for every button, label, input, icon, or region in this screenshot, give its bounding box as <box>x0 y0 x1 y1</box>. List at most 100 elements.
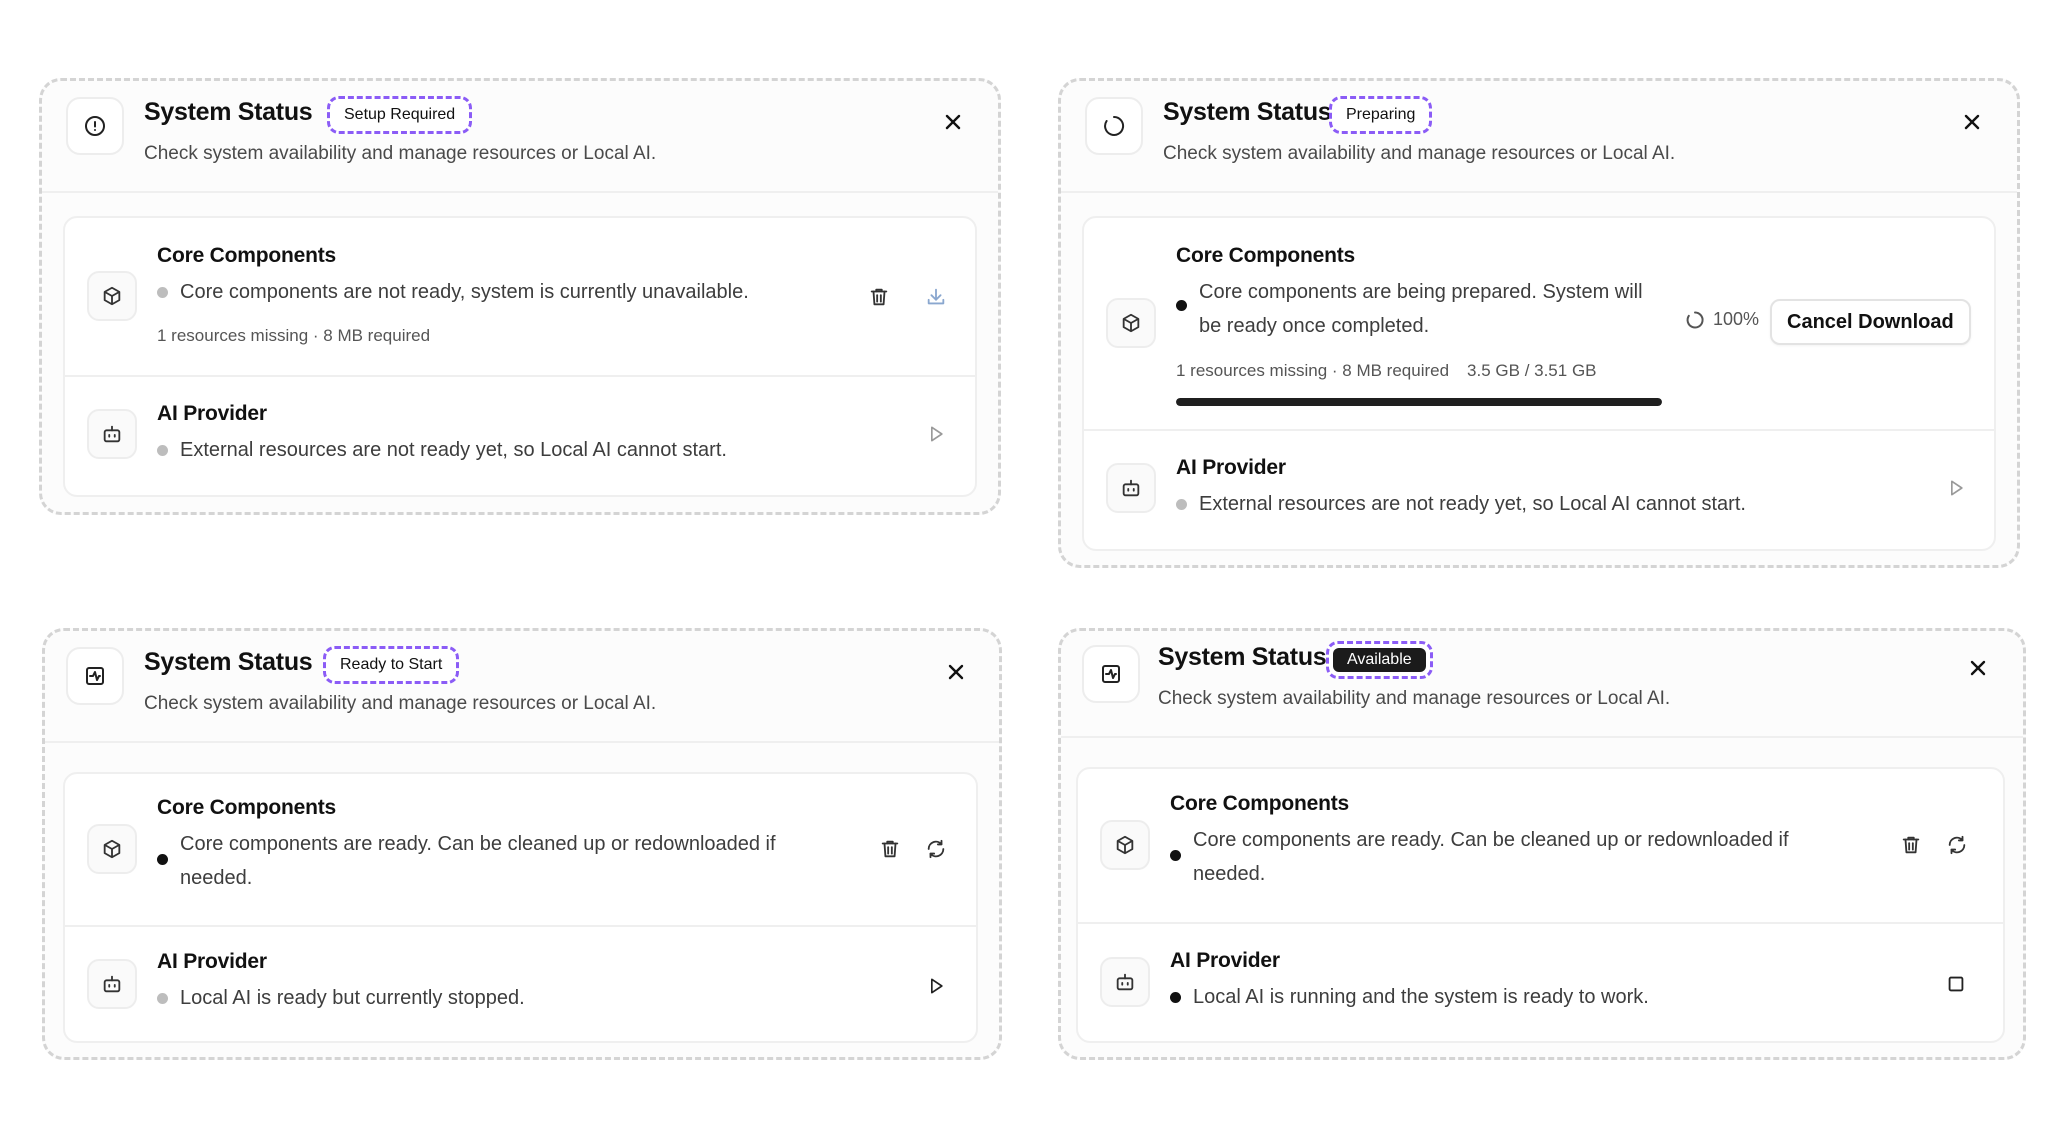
core-components-row: Core Components Core components are read… <box>1078 769 2003 922</box>
row-title: Core Components <box>157 244 337 267</box>
ai-provider-row: AI Provider Local AI is ready but curren… <box>65 925 976 1041</box>
play-icon <box>931 978 943 994</box>
page-subtitle: Check system availability and manage res… <box>144 143 657 164</box>
row-title: AI Provider <box>1170 949 1280 972</box>
panel-header: System Status Ready to Start Check syste… <box>45 631 999 743</box>
progress-percent: 100% <box>1685 309 1759 330</box>
delete-button[interactable] <box>873 832 907 866</box>
row-title: AI Provider <box>1176 456 1286 479</box>
status-badge: Preparing <box>1329 96 1433 134</box>
panel-header: System Status Preparing Check system ava… <box>1061 81 2017 193</box>
download-icon <box>927 288 945 305</box>
status-text: Local AI is running and the system is re… <box>1170 980 1820 1014</box>
row-title: AI Provider <box>157 402 267 425</box>
start-button[interactable] <box>1939 471 1973 505</box>
stop-button[interactable] <box>1939 967 1973 1001</box>
core-components-row: Core Components Core components are read… <box>65 774 976 925</box>
close-icon[interactable] <box>938 107 968 137</box>
page-subtitle: Check system availability and manage res… <box>144 693 657 714</box>
ai-provider-row: AI Provider Local AI is running and the … <box>1078 922 2003 1041</box>
status-text: Local AI is ready but currently stopped. <box>157 981 807 1015</box>
row-title: Core Components <box>157 796 337 819</box>
status-badge: Ready to Start <box>323 646 460 684</box>
stop-icon <box>1948 976 1964 992</box>
package-icon <box>87 824 137 874</box>
row-title: AI Provider <box>157 950 267 973</box>
panel-header: System Status Setup Required Check syste… <box>42 81 998 193</box>
start-button[interactable] <box>919 417 953 451</box>
status-badge: Available <box>1326 641 1433 679</box>
status-text: External resources are not ready yet, so… <box>157 433 807 467</box>
status-dot <box>1170 992 1181 1003</box>
close-icon[interactable] <box>941 657 971 687</box>
status-dot <box>157 854 168 865</box>
trash-icon <box>1902 836 1920 854</box>
resource-meta: 1 resources missing · 8 MB required 3.5 G… <box>1176 361 1597 380</box>
bot-icon <box>87 409 137 459</box>
panel-header: System Status Available Check system ava… <box>1061 631 2023 738</box>
components-card: Core Components Core components are read… <box>63 772 978 1043</box>
download-progress-bar <box>1176 398 1662 406</box>
package-icon <box>87 271 137 321</box>
status-text: Core components are ready. Can be cleane… <box>157 827 817 895</box>
ai-provider-row: AI Provider External resources are not r… <box>65 375 975 495</box>
status-text: External resources are not ready yet, so… <box>1176 487 1826 521</box>
status-badge: Setup Required <box>327 96 473 134</box>
status-dot <box>1176 499 1187 510</box>
start-button[interactable] <box>919 969 953 1003</box>
page-subtitle: Check system availability and manage res… <box>1158 688 1671 709</box>
status-text: Core components are ready. Can be cleane… <box>1170 823 1850 891</box>
trash-icon <box>881 840 899 858</box>
status-dot <box>1176 300 1187 311</box>
alert-circle-icon <box>66 97 124 155</box>
status-dot <box>157 445 168 456</box>
loader-icon <box>1085 97 1143 155</box>
ai-provider-row: AI Provider External resources are not r… <box>1084 429 1994 549</box>
download-button[interactable] <box>919 280 953 314</box>
delete-button[interactable] <box>862 280 896 314</box>
redownload-button[interactable] <box>919 832 953 866</box>
components-card: Core Components Core components are not … <box>63 216 977 497</box>
trash-icon <box>870 288 888 306</box>
core-components-row: Core Components Core components are not … <box>65 218 975 375</box>
bot-icon <box>87 959 137 1009</box>
row-title: Core Components <box>1170 792 1350 815</box>
close-icon[interactable] <box>1957 107 1987 137</box>
play-icon <box>1951 480 1963 496</box>
status-panel-preparing: System Status Preparing Check system ava… <box>1058 78 2020 568</box>
cancel-download-button[interactable]: Cancel Download <box>1770 299 1971 345</box>
status-panel-available: System Status Available Check system ava… <box>1058 628 2026 1060</box>
status-panel-ready-to-start: System Status Ready to Start Check syste… <box>42 628 1002 1060</box>
download-size: 3.5 GB / 3.51 GB <box>1467 361 1597 380</box>
spinner-icon <box>1686 310 1704 328</box>
progress-fill <box>1176 398 1662 406</box>
activity-square-icon <box>1082 645 1140 703</box>
resource-meta: 1 resources missing · 8 MB required <box>157 326 431 345</box>
page-title: System Status <box>1163 98 1332 126</box>
core-components-row: Core Components Core components are bein… <box>1084 218 1994 429</box>
page-title: System Status <box>1158 643 1327 671</box>
status-dot <box>157 287 168 298</box>
package-icon <box>1100 820 1150 870</box>
bot-icon <box>1100 957 1150 1007</box>
components-card: Core Components Core components are bein… <box>1082 216 1996 551</box>
status-panel-setup-required: System Status Setup Required Check syste… <box>39 78 1001 515</box>
page-title: System Status <box>144 648 313 676</box>
page-title: System Status <box>144 98 313 126</box>
status-dot <box>1170 850 1181 861</box>
activity-square-icon <box>66 647 124 705</box>
play-icon <box>931 426 943 442</box>
status-text: Core components are not ready, system is… <box>157 275 777 309</box>
status-dot <box>157 993 168 1004</box>
status-text: Core components are being prepared. Syst… <box>1176 275 1646 343</box>
redownload-button[interactable] <box>1940 828 1974 862</box>
close-icon[interactable] <box>1963 653 1993 683</box>
delete-button[interactable] <box>1894 828 1928 862</box>
row-title: Core Components <box>1176 244 1356 267</box>
bot-icon <box>1106 463 1156 513</box>
refresh-icon <box>1948 835 1966 855</box>
refresh-icon <box>927 839 945 859</box>
page-subtitle: Check system availability and manage res… <box>1163 143 1676 164</box>
components-card: Core Components Core components are read… <box>1076 767 2005 1043</box>
package-icon <box>1106 298 1156 348</box>
